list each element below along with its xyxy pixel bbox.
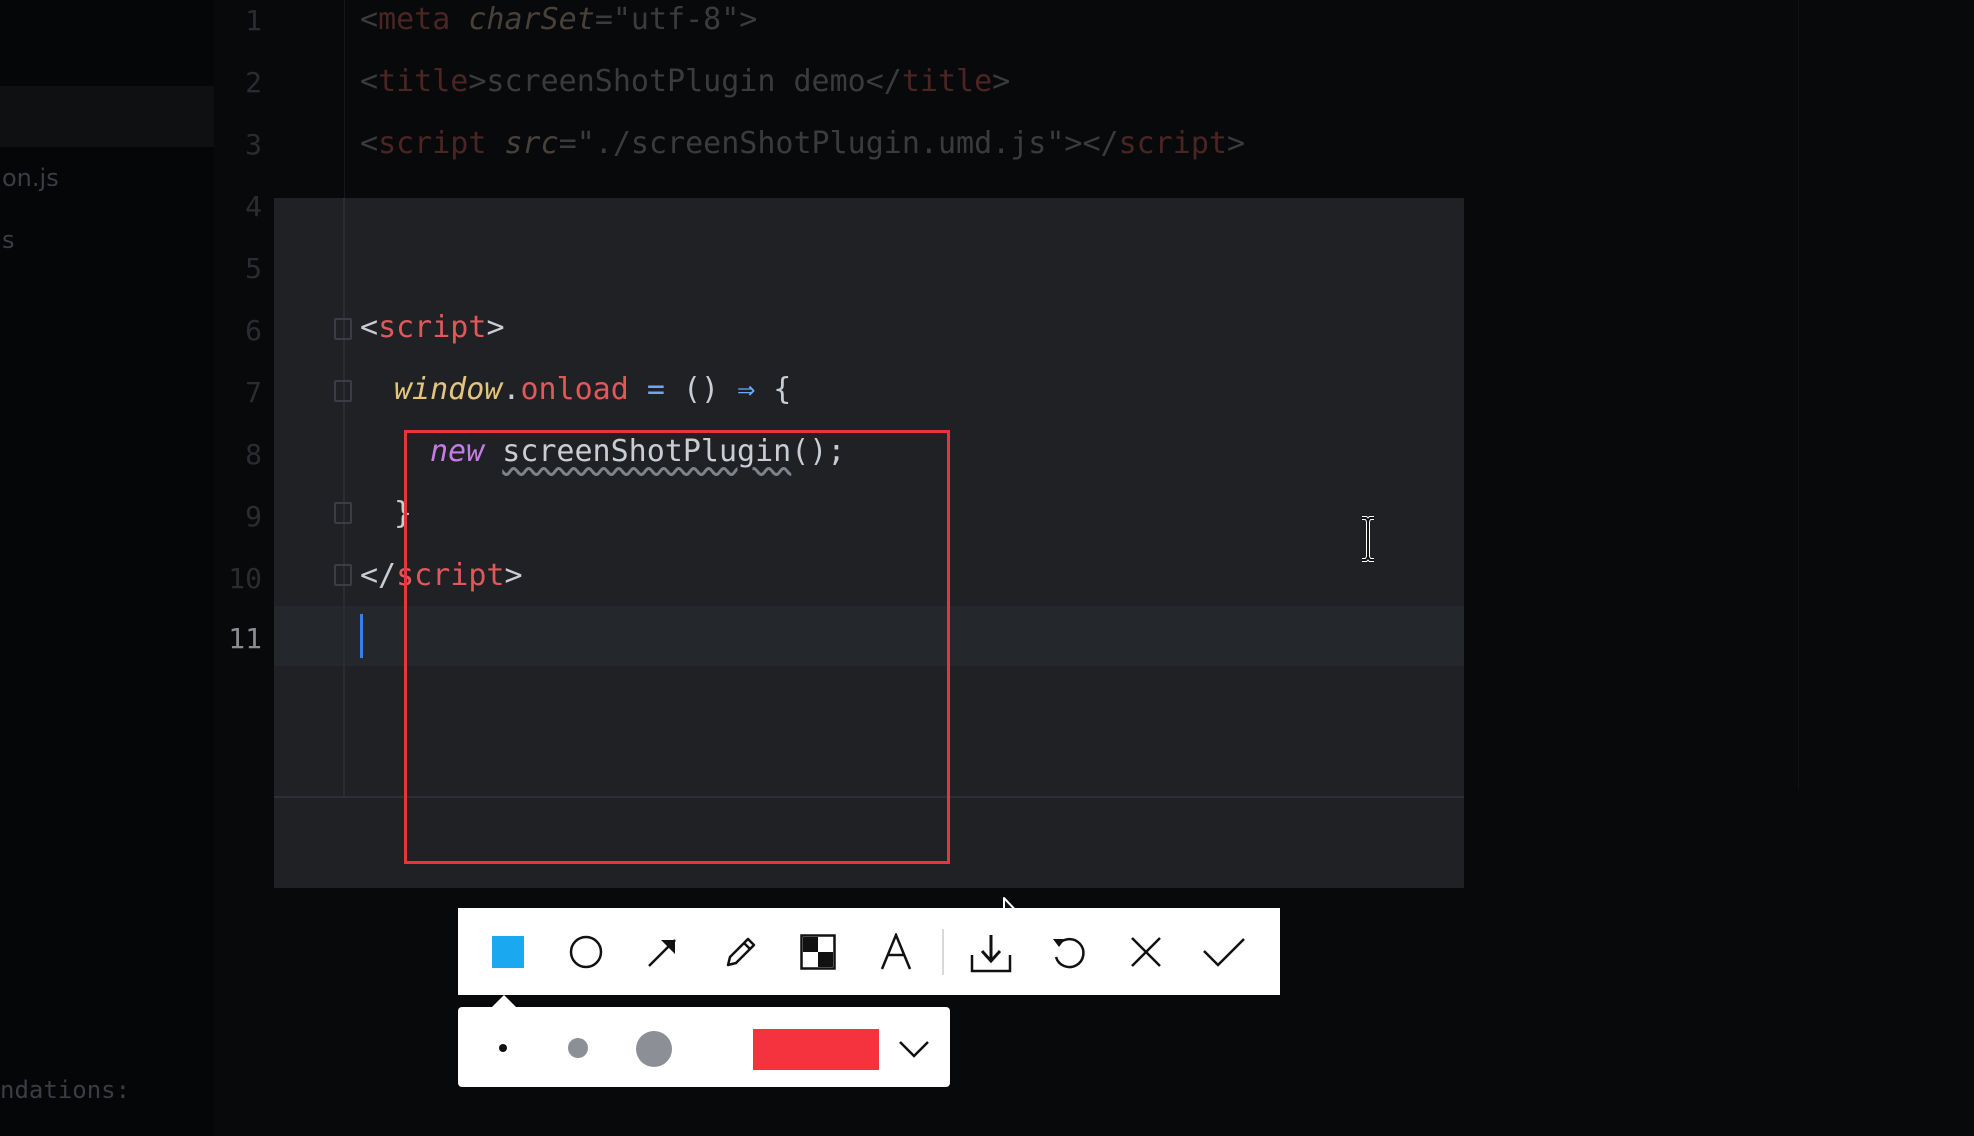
code-line-1: <meta charSet="utf-8"> <box>360 2 758 37</box>
pencil-tool-button[interactable] <box>711 922 771 982</box>
brush-size-medium[interactable] <box>568 1038 588 1058</box>
line-number: 5 <box>245 252 262 285</box>
line-number: 4 <box>245 190 262 223</box>
code-line-6: <script> <box>360 310 505 345</box>
project-sidebar: on.js s <box>0 0 214 1136</box>
brush-size-large[interactable] <box>636 1031 672 1067</box>
color-picker-swatch[interactable] <box>753 1029 879 1070</box>
gutter-divider <box>344 0 345 200</box>
undo-tool-button[interactable] <box>1039 922 1099 982</box>
ellipse-tool-button[interactable] <box>556 922 616 982</box>
save-tool-button[interactable] <box>961 922 1021 982</box>
line-number: 1 <box>245 4 262 37</box>
code-line-3: <script src="./screenShotPlugin.umd.js">… <box>360 126 1246 161</box>
sidebar-selected-item[interactable] <box>0 86 214 147</box>
line-number: 10 <box>228 562 262 595</box>
line-number: 8 <box>245 438 262 471</box>
terminal-text: ndations: <box>0 1076 131 1104</box>
fold-marker-icon[interactable] <box>334 502 352 524</box>
line-number: 7 <box>245 376 262 409</box>
line-number: 2 <box>245 66 262 99</box>
filled-square-icon <box>492 935 524 968</box>
ibeam-cursor-icon <box>1362 516 1374 562</box>
brush-size-small[interactable] <box>499 1044 507 1052</box>
sidebar-file-2[interactable]: s <box>2 226 15 254</box>
right-margin-guide <box>1798 0 1799 790</box>
code-line-2: <title>screenShotPlugin demo</title> <box>360 64 1011 99</box>
rectangle-tool-button[interactable] <box>478 922 538 982</box>
mosaic-tool-button[interactable] <box>788 922 848 982</box>
sidebar-file-1[interactable]: on.js <box>2 164 59 192</box>
undo-icon <box>1052 937 1085 968</box>
download-icon <box>970 934 1012 972</box>
arrow-icon <box>648 938 676 967</box>
drawn-rectangle-annotation[interactable] <box>404 430 950 864</box>
cancel-tool-button[interactable] <box>1116 922 1176 982</box>
pencil-icon <box>726 937 755 966</box>
circle-icon <box>569 935 602 968</box>
check-icon <box>1202 937 1245 967</box>
screenshot-toolbar <box>458 908 1280 995</box>
chevron-down-icon[interactable] <box>896 1031 932 1067</box>
close-icon <box>1131 936 1161 967</box>
line-number: 9 <box>245 500 262 533</box>
line-number: 3 <box>245 128 262 161</box>
confirm-tool-button[interactable] <box>1194 922 1254 982</box>
line-number-current: 11 <box>228 622 262 655</box>
brush-options-panel <box>458 995 950 1087</box>
mosaic-icon <box>800 933 836 970</box>
line-number: 6 <box>245 314 262 347</box>
text-caret <box>360 614 363 658</box>
toolbar-divider <box>941 928 944 975</box>
arrow-tool-button[interactable] <box>633 922 693 982</box>
fold-marker-icon[interactable] <box>334 380 352 402</box>
indent-guide <box>343 198 345 796</box>
text-icon <box>880 932 911 969</box>
code-line-7: window.onload = () ⇒ { <box>394 372 792 407</box>
fold-marker-icon[interactable] <box>334 564 352 586</box>
fold-marker-icon[interactable] <box>334 318 352 340</box>
text-tool-button[interactable] <box>866 922 926 982</box>
